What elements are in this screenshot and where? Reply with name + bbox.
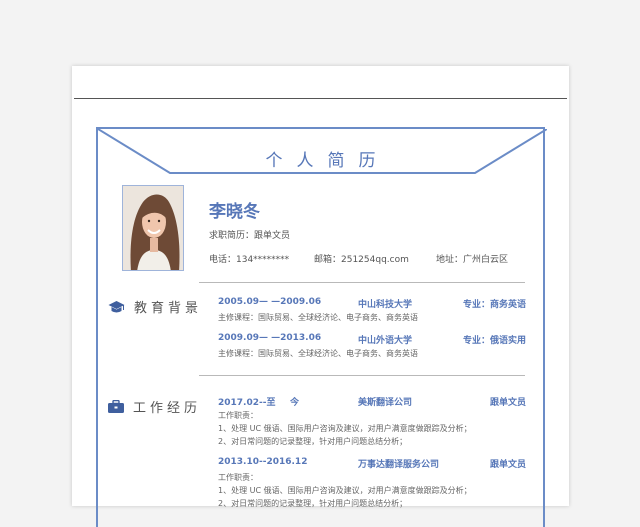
work-duty: 2、对日常问题的记录整理，针对用户问题总结分析；: [218, 499, 408, 508]
divider-2: [199, 375, 525, 376]
job-objective: 求职简历：跟单文员: [209, 231, 291, 241]
education-header: 教育背景: [108, 297, 202, 316]
email-text: 邮箱：251254qq.com: [314, 255, 409, 265]
education-period: 2005.09— —2009.06: [218, 297, 322, 307]
top-rule: [74, 98, 567, 99]
education-courses: 主修课程：国际贸易、全球经济论、电子商务、商务英语: [218, 349, 418, 358]
graduation-cap-icon: [108, 300, 125, 312]
work-header: 工作经历: [108, 397, 201, 416]
education-title: 教育背景: [134, 301, 203, 316]
work-duty: 1、处理 UC 俄语、国际用户咨询及建议，对用户满意度做跟踪及分析；: [218, 424, 472, 433]
page-title: 个人简历: [265, 151, 390, 171]
education-school: 中山外语大学: [358, 336, 413, 346]
work-duties-label: 工作职责：: [218, 411, 258, 420]
resume-frame: 个人简历 李晓冬 求职简历：跟单文员 电话：134******** 邮箱：251…: [96, 127, 547, 527]
divider-1: [199, 282, 525, 283]
work-entry-2: 2013.10--2016.12 万事达翻译服务公司 跟单文员 工作职责： 1、…: [218, 457, 526, 510]
education-entry-2: 2009.09— —2013.06 中山外语大学 专业：俄语实用 主修课程：国际…: [218, 333, 526, 360]
education-period: 2009.09— —2013.06: [218, 333, 322, 343]
resume-page: 个人简历 李晓冬 求职简历：跟单文员 电话：134******** 邮箱：251…: [72, 66, 569, 527]
work-company: 美斯翻译公司: [358, 398, 413, 408]
candidate-name: 李晓冬: [209, 202, 260, 222]
work-period-end: 今: [290, 398, 300, 408]
work-position: 跟单文员: [489, 460, 526, 470]
work-duties-label: 工作职责：: [218, 473, 258, 482]
work-title: 工作经历: [133, 401, 202, 416]
phone-text: 电话：134********: [209, 255, 290, 265]
work-duty: 1、处理 UC 俄语、国际用户咨询及建议，对用户满意度做跟踪及分析；: [218, 486, 472, 495]
briefcase-icon: [108, 400, 124, 413]
education-major: 专业：俄语实用: [462, 336, 526, 346]
education-major: 专业：商务英语: [462, 300, 526, 310]
work-period-start: 2017.02--至: [218, 398, 276, 408]
work-duty: 2、对日常问题的记录整理，针对用户问题总结分析；: [218, 437, 408, 446]
education-entry-1: 2005.09— —2009.06 中山科技大学 专业：商务英语 主修课程：国际…: [218, 297, 526, 324]
profile-photo: [122, 185, 184, 271]
work-entry-1: 2017.02--至 今 美斯翻译公司 跟单文员 工作职责： 1、处理 UC 俄…: [218, 395, 526, 448]
address-text: 地址：广州白云区: [436, 255, 509, 265]
work-company: 万事达翻译服务公司: [358, 460, 440, 470]
work-period: 2013.10--2016.12: [218, 457, 308, 467]
work-position: 跟单文员: [489, 398, 526, 408]
education-school: 中山科技大学: [358, 300, 413, 310]
education-courses: 主修课程：国际贸易、全球经济论、电子商务、商务英语: [218, 313, 418, 322]
